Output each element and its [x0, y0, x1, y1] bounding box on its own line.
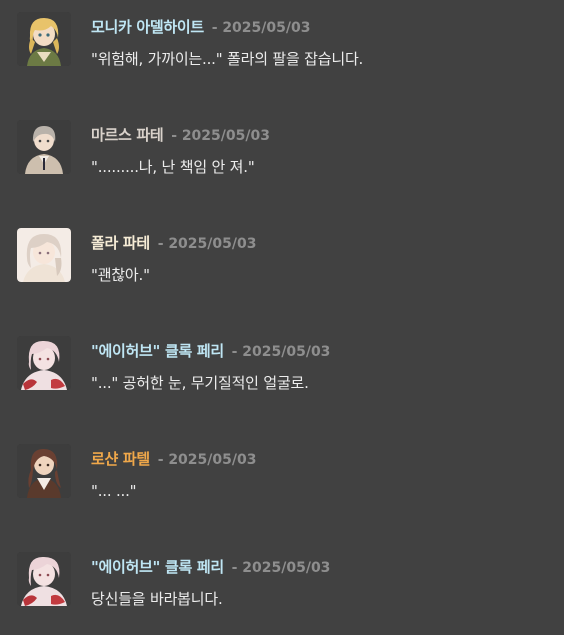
red-stained-character-avatar-icon — [17, 336, 71, 390]
speaker-name[interactable]: "에이허브" 클록 페리 — [91, 558, 224, 576]
message-date: 2025/05/03 — [181, 128, 270, 144]
message-text: "괜찮아." — [91, 266, 150, 284]
message-header: "에이허브" 클록 페리 - 2025/05/03 — [91, 341, 330, 362]
message-date: 2025/05/03 — [222, 20, 311, 36]
avatar[interactable] — [17, 444, 71, 498]
chat-message: "에이허브" 클록 페리 - 2025/05/03 당신들을 바라봅니다. — [0, 540, 564, 620]
pale-haired-character-avatar-icon — [17, 228, 71, 282]
message-date: 2025/05/03 — [242, 560, 331, 576]
message-text: 당신들을 바라봅니다. — [91, 590, 223, 608]
speaker-name[interactable]: 로샨 파텔 — [91, 450, 150, 468]
message-text: "..." 공허한 눈, 무기질적인 얼굴로. — [91, 374, 309, 392]
message-date: 2025/05/03 — [168, 236, 257, 252]
message-header: 로샨 파텔 - 2025/05/03 — [91, 449, 256, 470]
brown-haired-character-avatar-icon — [17, 444, 71, 498]
message-header: "에이허브" 클록 페리 - 2025/05/03 — [91, 557, 330, 578]
header-separator: - — [157, 452, 164, 468]
chat-message: 폴라 파테 - 2025/05/03 "괜찮아." — [0, 216, 564, 296]
avatar[interactable] — [17, 120, 71, 174]
chat-message: 모니카 아델하이트 - 2025/05/03 "위험해, 가까이는..." 폴라… — [0, 0, 564, 80]
header-separator: - — [231, 560, 238, 576]
speaker-name[interactable]: 마르스 파테 — [91, 126, 164, 144]
message-text: "... ..." — [91, 482, 137, 500]
message-date: 2025/05/03 — [168, 452, 257, 468]
chat-message: 로샨 파텔 - 2025/05/03 "... ..." — [0, 432, 564, 512]
message-text: "위험해, 가까이는..." 폴라의 팔을 잡습니다. — [91, 50, 364, 68]
chat-message: 마르스 파테 - 2025/05/03 ".........나, 난 책임 안 … — [0, 108, 564, 188]
header-separator: - — [231, 344, 238, 360]
speaker-name[interactable]: "에이허브" 클록 페리 — [91, 342, 224, 360]
message-date: 2025/05/03 — [242, 344, 331, 360]
avatar[interactable] — [17, 12, 71, 66]
grey-haired-character-avatar-icon — [17, 120, 71, 174]
speaker-name[interactable]: 폴라 파테 — [91, 234, 150, 252]
avatar[interactable] — [17, 228, 71, 282]
chat-message: "에이허브" 클록 페리 - 2025/05/03 "..." 공허한 눈, 무… — [0, 324, 564, 404]
message-header: 폴라 파테 - 2025/05/03 — [91, 233, 256, 254]
header-separator: - — [157, 236, 164, 252]
avatar[interactable] — [17, 552, 71, 606]
message-header: 모니카 아델하이트 - 2025/05/03 — [91, 17, 310, 38]
speaker-name[interactable]: 모니카 아델하이트 — [91, 18, 204, 36]
header-separator: - — [211, 20, 218, 36]
header-separator: - — [171, 128, 178, 144]
message-header: 마르스 파테 - 2025/05/03 — [91, 125, 270, 146]
blonde-character-avatar-icon — [17, 12, 71, 66]
red-stained-character-avatar-icon — [17, 552, 71, 606]
avatar[interactable] — [17, 336, 71, 390]
message-text: ".........나, 난 책임 안 져." — [91, 158, 255, 176]
